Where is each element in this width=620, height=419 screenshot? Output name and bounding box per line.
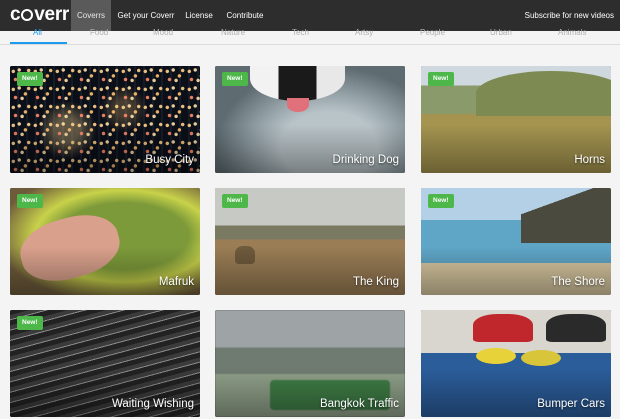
new-badge: New! [428,194,454,208]
new-badge: New! [222,72,248,86]
tab-urban[interactable]: Urban [490,27,512,39]
video-card-horns[interactable]: New! Horns [421,66,611,173]
video-title: Waiting Wishing [111,398,194,410]
video-card-busy-city[interactable]: New! Busy City [10,66,200,173]
tab-all[interactable]: All [33,27,42,39]
tab-artsy[interactable]: Artsy [355,27,373,39]
video-title: Horns [574,154,605,166]
logo-circle-icon [21,9,34,21]
tab-mood[interactable]: Mood [153,27,173,39]
video-card-the-shore[interactable]: New! The Shore [421,188,611,295]
logo-text: c verr [10,4,70,25]
new-badge: New! [222,194,248,208]
video-title: The Shore [551,276,605,288]
tab-animals[interactable]: Animals [558,27,586,39]
new-badge: New! [17,316,43,330]
video-card-mafruk[interactable]: New! Mafruk [10,188,200,295]
category-tabs: All Food Mood Nature Tech Artsy People U… [0,28,620,45]
video-title: Bangkok Traffic [319,398,399,410]
video-card-waiting-wishing[interactable]: New! Waiting Wishing [10,310,200,417]
video-card-bangkok-traffic[interactable]: Bangkok Traffic [215,310,405,417]
nav-license[interactable]: License [184,0,214,31]
video-title: Drinking Dog [332,154,399,166]
video-title: Mafruk [158,276,194,288]
new-badge: New! [17,194,43,208]
video-title: The King [352,276,399,288]
tab-people[interactable]: People [420,27,445,39]
video-title: Bumper Cars [537,398,605,410]
video-title: Busy City [145,154,194,166]
tab-tech[interactable]: Tech [292,27,309,39]
tab-nature[interactable]: Nature [221,27,245,39]
video-card-bumper-cars[interactable]: Bumper Cars [421,310,611,417]
new-badge: New! [17,72,43,86]
coverr-logo[interactable]: c verr [10,4,69,26]
tab-food[interactable]: Food [90,27,108,39]
video-card-the-king[interactable]: New! The King [215,188,405,295]
active-tab-indicator [10,42,67,44]
video-card-drinking-dog[interactable]: New! Drinking Dog [215,66,405,173]
new-badge: New! [428,72,454,86]
